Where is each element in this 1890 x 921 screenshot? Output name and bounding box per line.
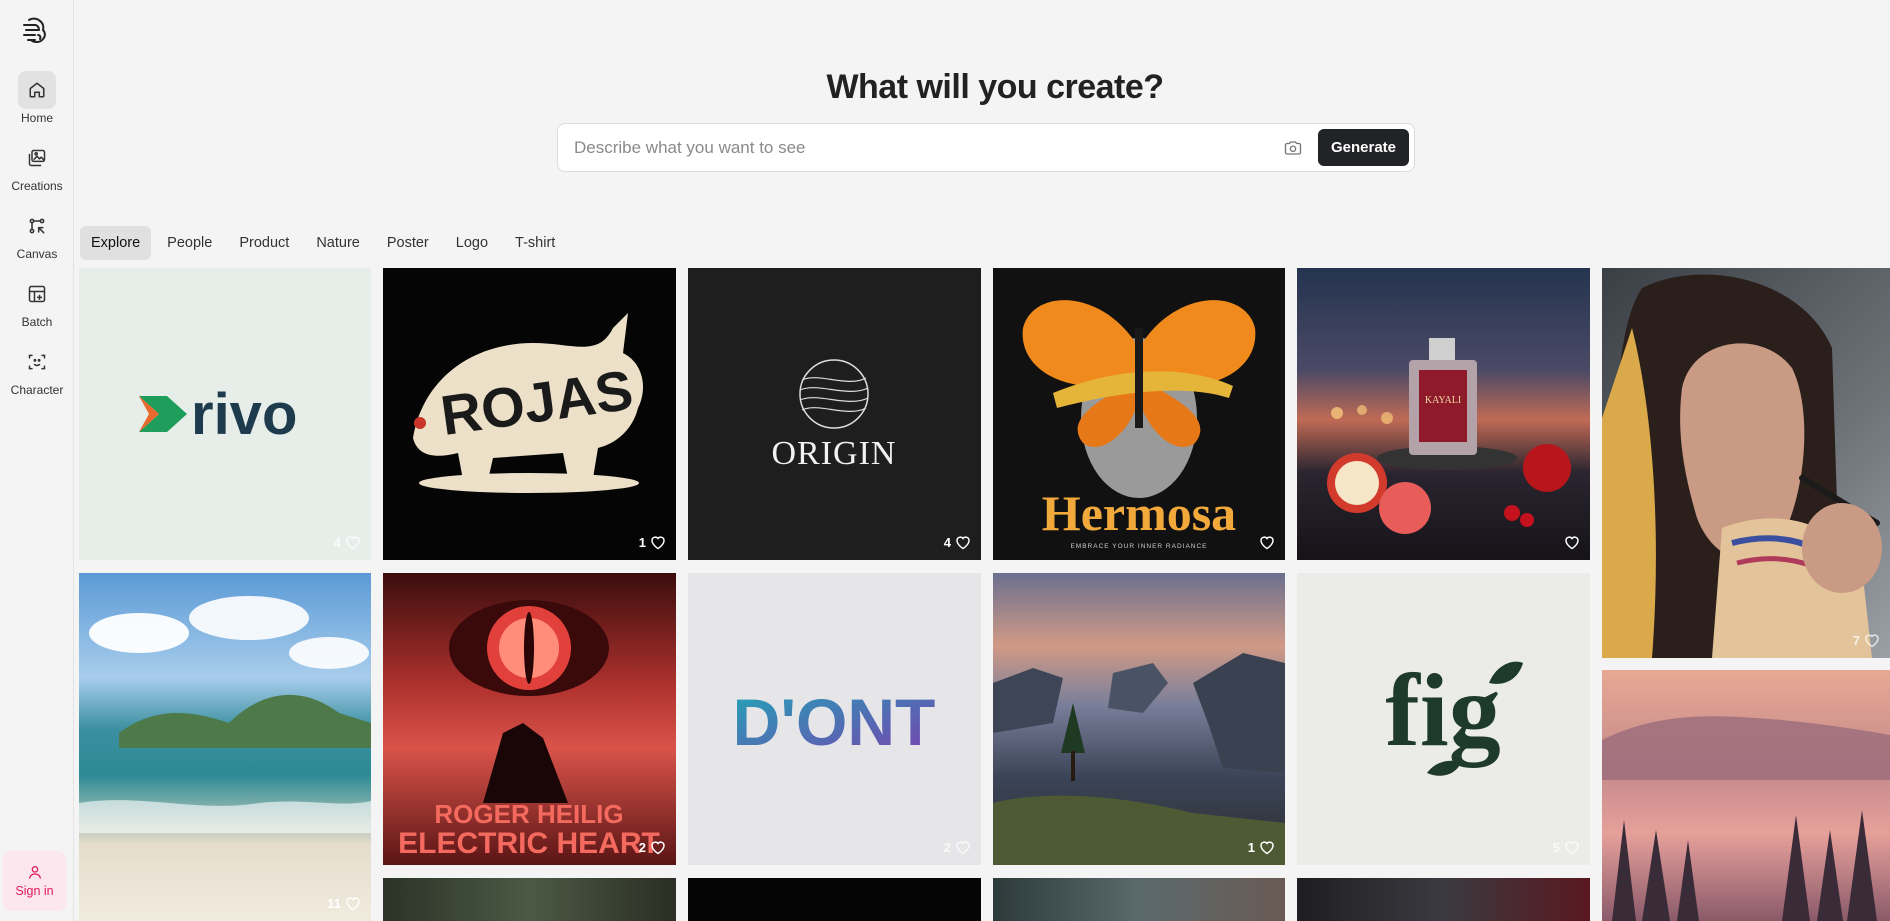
nav-label-canvas: Canvas [16,247,58,261]
rivo-wordmark: rivo [191,382,297,447]
brand-logo-icon[interactable] [20,16,50,46]
like-number: 5 [1552,840,1560,855]
heart-icon [1260,841,1274,855]
nav-batch[interactable]: Batch [0,275,74,329]
rivo-logo-art: rivo [139,382,297,447]
fig-wordmark: fig [1385,653,1501,768]
heart-icon [1260,536,1274,550]
like-count[interactable]: 11 [327,896,361,911]
heart-icon [956,841,970,855]
tab-logo[interactable]: Logo [445,226,499,260]
gallery-item-dont[interactable]: D'ONT 2 [688,573,981,865]
gallery-item-misty-forest[interactable] [1602,670,1890,921]
dont-logo-art: D'ONT [733,685,936,759]
like-number: 1 [638,535,646,550]
tab-product[interactable]: Product [228,226,300,260]
like-count[interactable]: 4 [334,535,361,550]
sign-in-button[interactable]: Sign in [3,851,66,911]
heart-icon [651,841,665,855]
gallery-item-fig[interactable]: fig 5 [1297,573,1590,865]
sign-in-label: Sign in [15,884,54,898]
like-number: 4 [333,535,341,550]
camera-icon[interactable] [1281,136,1305,160]
beach-art [79,596,371,833]
rhino-art: ROJAS [413,313,643,493]
gallery-item-beach[interactable]: 11 [79,573,371,921]
like-number: 2 [943,840,951,855]
sidebar: Home Creations Canvas Batch Character Si… [0,0,74,921]
like-number: 11 [327,896,341,911]
like-count[interactable]: 2 [944,840,971,855]
user-icon [28,866,41,879]
eye-poster-art: ROGER HEILIG ELECTRIC HEART [398,600,660,860]
nav-canvas[interactable]: Canvas [0,207,74,261]
nav-character[interactable]: Character [0,343,74,397]
gallery-item-row3-2[interactable] [688,878,981,921]
tab-nature[interactable]: Nature [305,226,371,260]
forest-art [1602,716,1890,921]
heart-icon [1865,634,1879,648]
heart-icon [346,897,360,911]
heart-icon [956,536,970,550]
nav-creations[interactable]: Creations [0,139,74,193]
nav-label-creations: Creations [11,179,63,193]
canvas-icon [18,207,56,245]
perfume-art: KAYALI [1327,338,1571,534]
character-icon [18,343,56,381]
hermosa-title: Hermosa [1042,485,1236,541]
like-number: 4 [943,535,951,550]
like-count[interactable]: 5 [1553,840,1580,855]
roger-heilig-title: ROGER HEILIG [434,799,623,829]
electric-heart-title: ELECTRIC HEART [398,827,660,860]
like-count[interactable]: 7 [1853,633,1880,648]
gallery-item-row3-3[interactable] [993,878,1285,921]
gallery-item-row3-1[interactable] [383,878,676,921]
butterfly-face-art: Hermosa EMBRACE YOUR INNER RADIANCE [1022,300,1256,550]
images-icon [18,139,56,177]
heart-icon [1565,536,1579,550]
tab-poster[interactable]: Poster [376,226,440,260]
fig-logo-art: fig [1385,653,1523,776]
like-count[interactable]: 1 [1248,840,1275,855]
origin-wordmark: ORIGIN [772,435,897,472]
heart-icon [346,536,360,550]
like-number: 7 [1852,633,1860,648]
gallery-item-rivo[interactable]: rivo 4 [79,268,371,560]
fjord-art [993,653,1285,865]
like-count[interactable]: 2 [639,840,666,855]
nav-label-character: Character [10,383,64,397]
generate-button[interactable]: Generate [1318,129,1409,166]
gallery-item-origin[interactable]: ORIGIN 4 [688,268,981,560]
portrait-art [1602,274,1882,658]
origin-logo-art: ORIGIN [772,359,897,472]
batch-icon [18,275,56,313]
prompt-input[interactable] [574,136,1274,160]
tab-explore[interactable]: Explore [80,226,152,260]
gallery-item-fjord[interactable]: 1 [993,573,1285,865]
gallery-item-rojas[interactable]: ROJAS 1 [383,268,676,560]
gallery-item-roger-heilig[interactable]: ROGER HEILIG ELECTRIC HEART 2 [383,573,676,865]
gallery-item-hermosa[interactable]: Hermosa EMBRACE YOUR INNER RADIANCE [993,268,1285,560]
gallery-item-row3-4[interactable] [1297,878,1590,921]
heart-icon [651,536,665,550]
gallery-item-kayali[interactable]: KAYALI [1297,268,1590,560]
page-title: What will you create? [826,68,1164,106]
like-count[interactable]: 4 [944,535,971,550]
dont-wordmark: D'ONT [733,685,936,759]
like-count[interactable]: 1 [639,535,666,550]
tab-people[interactable]: People [156,226,223,260]
tab-tshirt[interactable]: T-shirt [504,226,566,260]
gallery-item-woman-scarf[interactable]: 7 [1602,268,1890,658]
nav-label-batch: Batch [21,315,53,329]
kayali-label: KAYALI [1425,395,1461,406]
like-number: 1 [1247,840,1255,855]
nav-label-home: Home [20,111,53,125]
prompt-bar: Generate [557,123,1415,172]
like-number: 2 [638,840,646,855]
category-tabs: Explore People Product Nature Poster Log… [80,226,571,260]
hermosa-tagline: EMBRACE YOUR INNER RADIANCE [1070,543,1207,550]
like-count[interactable] [1564,535,1580,550]
heart-icon [1565,841,1579,855]
like-count[interactable] [1259,535,1275,550]
